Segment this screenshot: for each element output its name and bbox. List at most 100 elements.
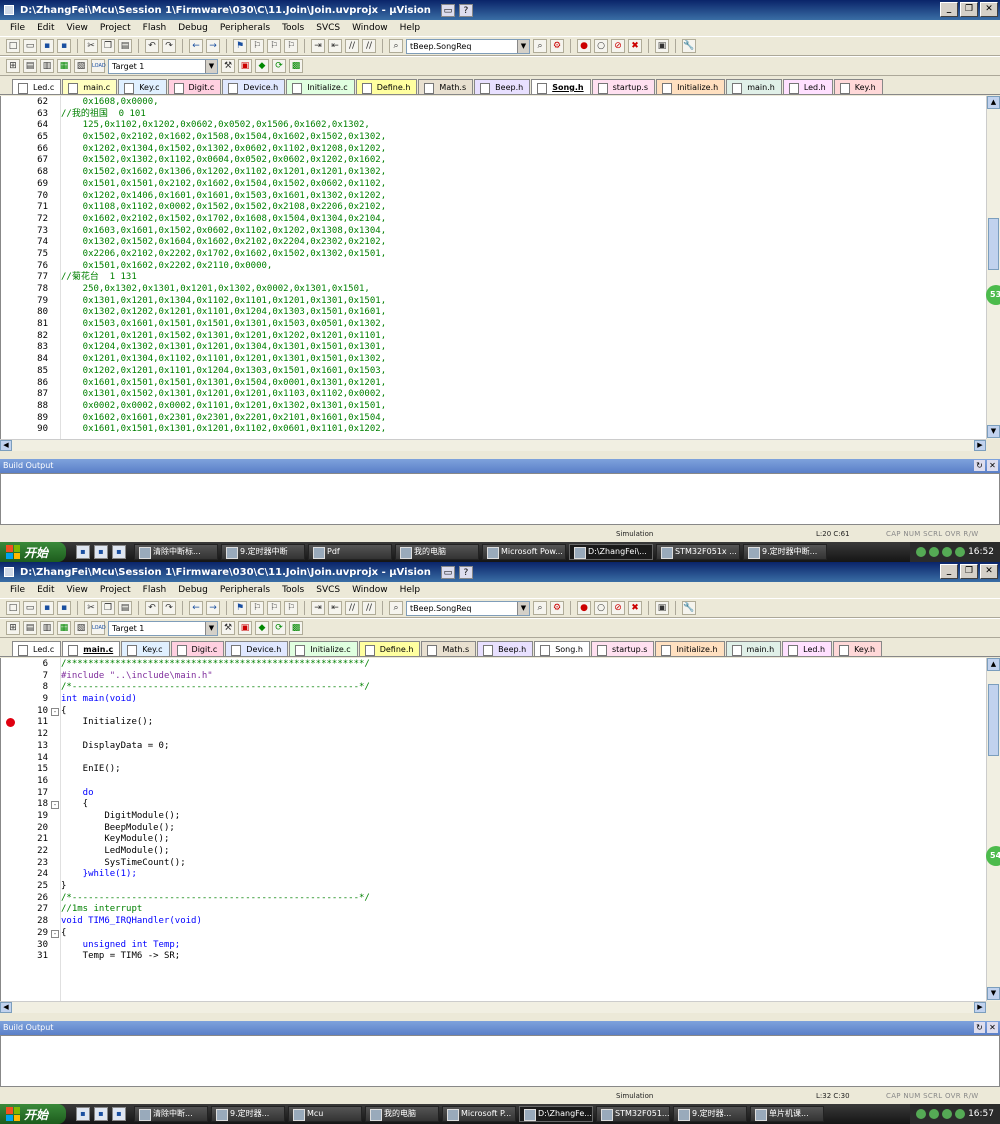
code-line[interactable]: 25} [37, 881, 986, 893]
tab-key-c[interactable]: Key.c [118, 79, 167, 94]
undo-icon[interactable]: ↶ [145, 39, 159, 53]
code-line[interactable]: 84 0x1201,0x1304,0x1102,0x1101,0x1201,0x… [37, 354, 986, 366]
taskbar-item[interactable]: D:\ZhangFei\... [569, 544, 653, 560]
build-icon[interactable]: ▤ [23, 621, 37, 635]
scroll-down-icon[interactable]: ▼ [987, 987, 1000, 1000]
tab-math-s[interactable]: Math.s [421, 641, 477, 656]
taskbar-item[interactable]: Microsoft P... [442, 1106, 516, 1122]
code-line[interactable]: 83 0x1204,0x1302,0x1301,0x1201,0x1304,0x… [37, 342, 986, 354]
code-line[interactable]: 31 Temp = TIM6 -> SR; [37, 951, 986, 963]
code-line[interactable]: 74 0x1302,0x1502,0x1604,0x1602,0x2102,0x… [37, 237, 986, 249]
component-icon[interactable]: ▩ [289, 621, 303, 635]
tab-math-s[interactable]: Math.s [418, 79, 474, 94]
pane-close-icon[interactable]: ✕ [987, 1022, 998, 1033]
code-line[interactable]: 86 0x1601,0x1501,0x1501,0x1301,0x1504,0x… [37, 378, 986, 390]
packs-icon[interactable]: ◆ [255, 59, 269, 73]
code-line[interactable]: 87 0x1301,0x1502,0x1301,0x1201,0x1201,0x… [37, 389, 986, 401]
chevron-down-icon[interactable]: ▼ [205, 621, 217, 635]
code-line[interactable]: 29-{ [37, 928, 986, 940]
taskbar-item[interactable]: 9.定时器中断... [743, 544, 827, 560]
target-combo[interactable]: Target 1 ▼ [108, 620, 218, 636]
build-output-text[interactable] [0, 473, 1000, 525]
code-line[interactable]: 9 int main(void) [43, 694, 986, 706]
code-line[interactable]: 20 BeepModule(); [37, 823, 986, 835]
tab-led-c[interactable]: Led.c [12, 641, 62, 656]
code-line[interactable]: 71 0x1108,0x1102,0x0002,0x1502,0x1502,0x… [37, 202, 986, 214]
tab-startup-s[interactable]: startup.s [591, 79, 656, 94]
save-icon[interactable]: ▪ [40, 39, 54, 53]
chevron-down-icon[interactable]: ▼ [517, 601, 529, 615]
tab-beep-h[interactable]: Beep.h [477, 641, 534, 656]
tab-initialize-c[interactable]: Initialize.c [286, 79, 355, 94]
folder-icon[interactable]: ▪ [94, 545, 108, 559]
code-line[interactable]: 82 0x1201,0x1201,0x1502,0x1301,0x1201,0x… [37, 331, 986, 343]
tab-main-h[interactable]: main.h [726, 79, 782, 94]
code-text[interactable]: 62 0x1608,0x0000, 63//我的祖国 0 101 64 125,0x… [37, 97, 986, 436]
code-line[interactable]: 66 0x1202,0x1304,0x1502,0x1302,0x0602,0x… [37, 144, 986, 156]
breakpoint-disable-icon[interactable]: ○ [594, 39, 608, 53]
code-line[interactable]: 14 [37, 753, 986, 765]
bookmark-clear-icon[interactable]: ⚐ [284, 601, 298, 615]
download-icon[interactable]: LOAD [91, 59, 106, 73]
tab-song-h[interactable]: Song.h [531, 79, 591, 94]
config-icon[interactable]: 🔧 [682, 39, 696, 53]
menu-edit[interactable]: Edit [31, 585, 60, 595]
fold-toggle-icon[interactable]: - [51, 707, 59, 716]
code-editor[interactable]: 6 /**************************************… [0, 658, 986, 1001]
horizontal-scrollbar[interactable]: ◀ ▶ [0, 439, 986, 451]
manage-icon[interactable]: ▣ [238, 621, 252, 635]
indent-icon[interactable]: ⇥ [311, 39, 325, 53]
taskbar-item[interactable]: STM32F051x ... [656, 544, 740, 560]
taskbar-item[interactable]: Mcu [288, 1106, 362, 1122]
build-output-text[interactable] [0, 1035, 1000, 1087]
taskbar-item[interactable]: 9.定时器... [673, 1106, 747, 1122]
code-line[interactable]: 24 }while(1); [37, 869, 986, 881]
pack-installer-icon[interactable]: ⟳ [272, 621, 286, 635]
batch-build-icon[interactable]: ▦ [57, 621, 71, 635]
comment-icon[interactable]: // [345, 601, 359, 615]
code-line[interactable]: 70 0x1202,0x1406,0x1601,0x1601,0x1503,0x… [37, 191, 986, 203]
taskbar-item[interactable]: 我的电脑 [365, 1106, 439, 1122]
minimize-pane-icon[interactable]: ▭ [440, 3, 455, 17]
code-line[interactable]: 72 0x1602,0x2102,0x1502,0x1702,0x1608,0x… [37, 214, 986, 226]
scroll-up-icon[interactable]: ▲ [987, 96, 1000, 109]
save-all-icon[interactable]: ▪ [57, 601, 71, 615]
options-icon[interactable]: ⚒ [221, 59, 235, 73]
translate-icon[interactable]: ⊞ [6, 59, 20, 73]
nav-forward-icon[interactable]: → [206, 39, 220, 53]
save-all-icon[interactable]: ▪ [57, 39, 71, 53]
code-line[interactable]: 69 0x1501,0x1501,0x2102,0x1602,0x1504,0x… [37, 179, 986, 191]
find-in-files-icon[interactable]: ⌕ [389, 39, 403, 53]
window-icon[interactable]: ▣ [655, 39, 669, 53]
scroll-up-icon[interactable]: ▲ [987, 658, 1000, 671]
code-line[interactable]: 13 DisplayData = 0; [37, 741, 986, 753]
code-line[interactable]: 65 0x1502,0x2102,0x1602,0x1508,0x1504,0x… [37, 132, 986, 144]
copy-icon[interactable]: ❐ [101, 39, 115, 53]
menu-flash[interactable]: Flash [137, 585, 173, 595]
code-line[interactable]: 28 void TIM6_IRQHandler(void) [37, 916, 986, 928]
breakpoint-disable-icon[interactable]: ○ [594, 601, 608, 615]
unindent-icon[interactable]: ⇤ [328, 601, 342, 615]
window-icon[interactable]: ▣ [655, 601, 669, 615]
chevron-down-icon[interactable]: ▼ [205, 59, 217, 73]
tab-define-h[interactable]: Define.h [355, 79, 418, 94]
tab-define-h[interactable]: Define.h [358, 641, 421, 656]
code-line[interactable]: 16 [37, 776, 986, 788]
close-button[interactable]: ✕ [980, 564, 998, 579]
code-editor[interactable]: 62 0x1608,0x0000, 63//我的祖国 0 101 64 125,0x… [0, 96, 986, 439]
menu-file[interactable]: File [4, 585, 31, 595]
scroll-thumb[interactable] [988, 218, 999, 270]
taskbar-item[interactable]: 清除中断标... [134, 544, 218, 560]
undo-icon[interactable]: ↶ [145, 601, 159, 615]
tab-startup-s[interactable]: startup.s [590, 641, 655, 656]
cut-icon[interactable]: ✂ [84, 601, 98, 615]
debug-icon[interactable]: ⚙ [550, 39, 564, 53]
code-line[interactable]: 15 EnIE(); [37, 764, 986, 776]
code-line[interactable]: 73 0x1603,0x1601,0x1502,0x0602,0x1102,0x… [37, 226, 986, 238]
pane-close-icon[interactable]: ✕ [987, 460, 998, 471]
taskbar-item[interactable]: Pdf [308, 544, 392, 560]
scroll-down-icon[interactable]: ▼ [987, 425, 1000, 438]
tab-led-h[interactable]: Led.h [782, 641, 833, 656]
tray-security-icon[interactable] [955, 547, 966, 557]
code-line[interactable]: 22 LedModule(); [37, 846, 986, 858]
